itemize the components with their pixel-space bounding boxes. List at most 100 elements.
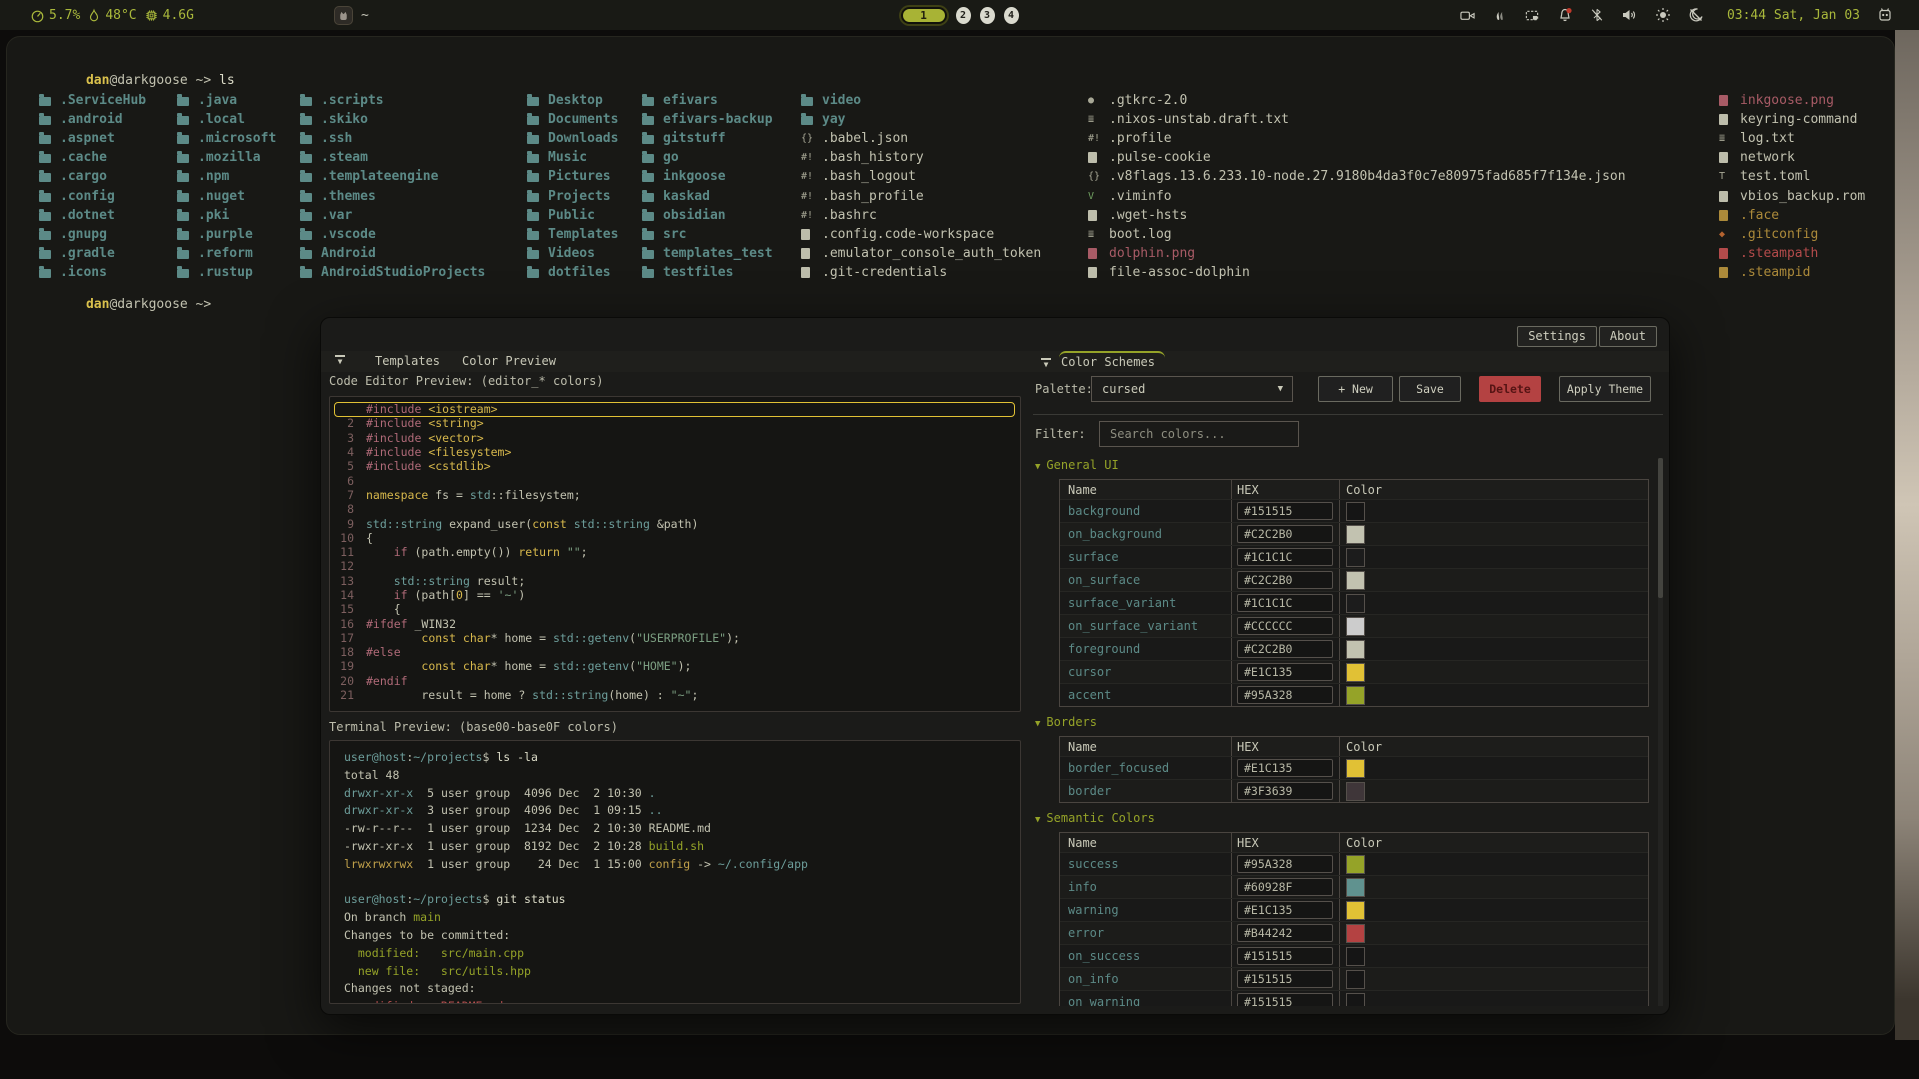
palette-select[interactable]: cursed ▼ [1091, 376, 1293, 402]
color-swatch[interactable] [1346, 617, 1365, 636]
tab-templates[interactable]: Templates [375, 354, 440, 368]
workspace-2[interactable]: 2 [956, 7, 971, 24]
scrollbar-thumb[interactable] [1658, 458, 1663, 598]
entry-label: .wget-hsts [1109, 208, 1187, 223]
entry-label: dotfiles [548, 265, 611, 280]
color-swatch[interactable] [1346, 782, 1365, 801]
entry-label: .cargo [60, 169, 107, 184]
hex-input[interactable]: #1C1C1C [1237, 548, 1333, 566]
hex-input[interactable]: #60928F [1237, 878, 1333, 896]
color-swatch[interactable] [1346, 855, 1365, 874]
new-palette-button[interactable]: + New [1318, 376, 1393, 402]
color-swatch[interactable] [1346, 947, 1365, 966]
collapse-icon[interactable]: ▼ [1041, 358, 1051, 370]
workspace-3[interactable]: 3 [980, 7, 995, 24]
hex-input[interactable]: #151515 [1237, 502, 1333, 520]
dir-entry: go [642, 148, 773, 167]
line-number: 14 [330, 588, 366, 602]
brightness-icon[interactable] [1655, 7, 1671, 23]
color-swatch[interactable] [1346, 901, 1365, 920]
file-entry: {}.babel.json [801, 129, 1041, 148]
tray-app-icon[interactable] [1877, 7, 1893, 23]
collapse-icon[interactable]: ▼ [335, 355, 345, 367]
code-editor-preview[interactable]: #include <iostream>2#include <string>3#i… [329, 396, 1021, 712]
scrollbar[interactable] [1658, 458, 1663, 1006]
hex-input[interactable]: #E1C135 [1237, 901, 1333, 919]
volume-icon[interactable] [1621, 7, 1638, 23]
section-header[interactable]: ▼General UI [1035, 458, 1655, 474]
tab-color-schemes[interactable]: Color Schemes [1059, 351, 1165, 371]
night-light-off-icon[interactable] [1688, 7, 1704, 23]
dir-entry: .reform [177, 244, 276, 263]
code-text: const char* home = std::getenv("HOME"); [366, 659, 691, 673]
section-header[interactable]: ▼Semantic Colors [1035, 811, 1655, 827]
entry-label: .aspnet [60, 131, 115, 146]
entry-label: .v8flags.13.6.233.10-node.27.9180b4da3f0… [1109, 169, 1626, 184]
terminal-preview-line: user@host:~/projects$ git status [344, 892, 1020, 910]
bluetooth-off-icon[interactable] [1590, 7, 1604, 23]
search-colors-input[interactable]: Search colors... [1099, 421, 1299, 447]
color-swatch[interactable] [1346, 924, 1365, 943]
hex-input[interactable]: #3F3639 [1237, 782, 1333, 800]
delete-button[interactable]: Delete [1479, 376, 1541, 402]
notifications[interactable] [1557, 7, 1573, 23]
color-swatch[interactable] [1346, 525, 1365, 544]
hex-input[interactable]: #CCCCCC [1237, 617, 1333, 635]
hex-input[interactable]: #95A328 [1237, 855, 1333, 873]
hex-input[interactable]: #1C1C1C [1237, 594, 1333, 612]
clock[interactable]: 03:44 Sat, Jan 03 [1727, 8, 1860, 23]
screencast-icon[interactable] [1459, 8, 1476, 23]
color-swatch[interactable] [1346, 878, 1365, 897]
file-entry: Ttest.toml [1719, 167, 1865, 186]
color-swatch[interactable] [1346, 663, 1365, 682]
color-name: warning [1060, 899, 1232, 921]
hex-input[interactable]: #95A328 [1237, 686, 1333, 704]
entry-label: .skiko [321, 112, 368, 127]
folder-icon [300, 248, 316, 259]
apply-theme-button[interactable]: Apply Theme [1559, 376, 1651, 402]
save-button[interactable]: Save [1399, 376, 1461, 402]
color-swatch[interactable] [1346, 502, 1365, 521]
workspace-4[interactable]: 4 [1004, 7, 1019, 24]
hex-input[interactable]: #C2C2B0 [1237, 640, 1333, 658]
settings-button[interactable]: Settings [1517, 326, 1597, 347]
color-name: surface_variant [1060, 592, 1232, 614]
column-header-hex: HEX [1232, 480, 1340, 499]
hex-input[interactable]: #E1C135 [1237, 759, 1333, 777]
hex-input[interactable]: #C2C2B0 [1237, 525, 1333, 543]
script-icon: #! [1088, 133, 1104, 144]
toml-icon: T [1719, 171, 1735, 182]
color-row: surface#1C1C1C [1060, 545, 1648, 568]
hex-input[interactable]: #151515 [1237, 993, 1333, 1006]
focused-app[interactable]: ~ [334, 6, 369, 25]
tab-color-preview[interactable]: Color Preview [462, 354, 556, 368]
entry-label: .dotnet [60, 208, 115, 223]
hex-input[interactable]: #C2C2B0 [1237, 571, 1333, 589]
entry-label: .cache [60, 150, 107, 165]
entry-label: .npm [198, 169, 229, 184]
hex-input[interactable]: #E1C135 [1237, 663, 1333, 681]
color-swatch[interactable] [1346, 571, 1365, 590]
keyboard-backlight-icon[interactable] [1493, 8, 1507, 23]
color-swatch[interactable] [1346, 686, 1365, 705]
file-entry: .face [1719, 206, 1865, 225]
color-swatch[interactable] [1346, 993, 1365, 1007]
terminal-preview-line: Changes not staged: [344, 981, 1020, 999]
color-swatch[interactable] [1346, 970, 1365, 989]
entry-label: .java [198, 93, 237, 108]
section-header[interactable]: ▼Borders [1035, 715, 1655, 731]
terminal-preview[interactable]: user@host:~/projects$ ls -latotal 48drwx… [329, 740, 1021, 1004]
workspace-1-active[interactable]: 1 [901, 7, 947, 24]
terminal-preview-line: modified: src/main.cpp [344, 946, 1020, 964]
hex-input[interactable]: #151515 [1237, 947, 1333, 965]
hex-input[interactable]: #151515 [1237, 970, 1333, 988]
folder-icon [527, 267, 543, 278]
about-button[interactable]: About [1599, 326, 1657, 347]
color-swatch[interactable] [1346, 548, 1365, 567]
color-name: on_background [1060, 523, 1232, 545]
color-swatch[interactable] [1346, 759, 1365, 778]
color-swatch[interactable] [1346, 594, 1365, 613]
hex-input[interactable]: #B44242 [1237, 924, 1333, 942]
screenshot-icon[interactable] [1524, 8, 1540, 23]
color-swatch[interactable] [1346, 640, 1365, 659]
